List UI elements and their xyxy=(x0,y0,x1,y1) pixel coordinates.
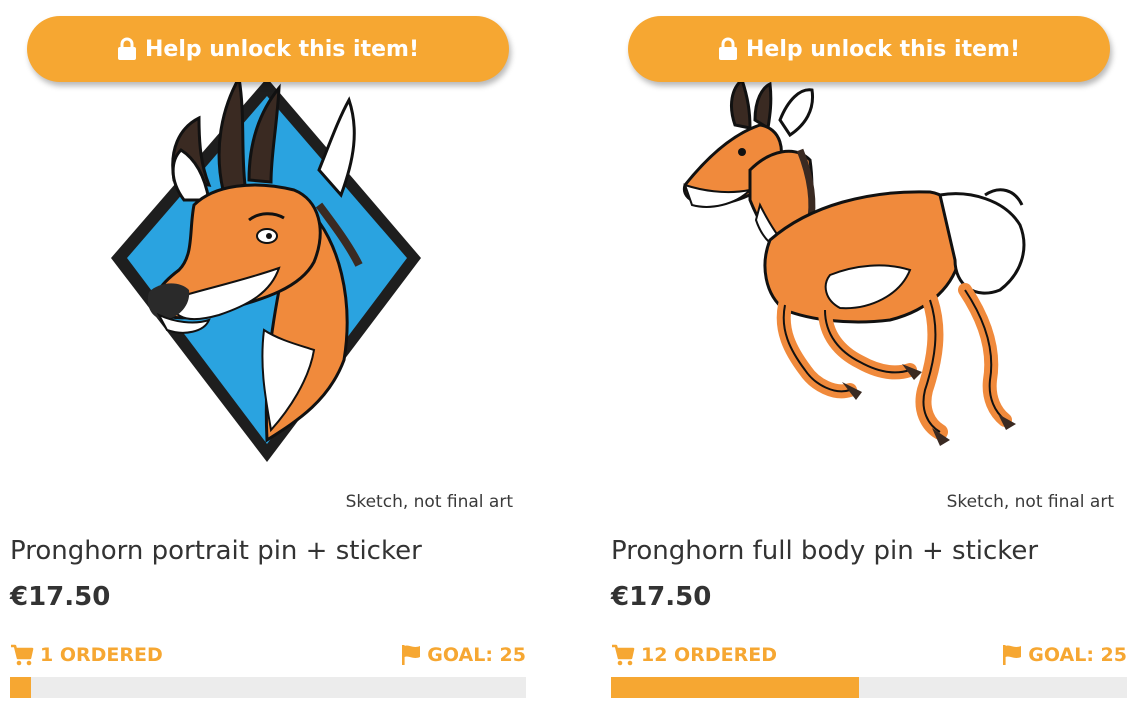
order-progress-fill xyxy=(10,677,31,698)
lock-icon xyxy=(718,37,737,60)
order-progress-bar xyxy=(611,677,1127,698)
cart-icon xyxy=(612,644,635,666)
product-price: €17.50 xyxy=(611,582,712,612)
goal-count: GOAL: 25 xyxy=(401,644,526,666)
product-card: Help unlock this item! Sketch, not final… xyxy=(610,0,1128,704)
order-stats: 12 ORDERED GOAL: 25 xyxy=(611,644,1127,668)
ordered-label: 12 ORDERED xyxy=(641,644,777,666)
product-price: €17.50 xyxy=(10,582,111,612)
order-progress-fill xyxy=(611,677,859,698)
help-unlock-label: Help unlock this item! xyxy=(745,36,1020,62)
product-card: Help unlock this item! Sketch, not final… xyxy=(9,0,527,704)
help-unlock-button[interactable]: Help unlock this item! xyxy=(27,16,509,82)
help-unlock-button[interactable]: Help unlock this item! xyxy=(628,16,1110,82)
help-unlock-label: Help unlock this item! xyxy=(144,36,419,62)
sketch-note: Sketch, not final art xyxy=(946,492,1114,512)
ordered-count: 12 ORDERED xyxy=(611,644,777,666)
sketch-note: Sketch, not final art xyxy=(345,492,513,512)
flag-icon xyxy=(1003,645,1022,665)
goal-label: GOAL: 25 xyxy=(427,644,526,666)
goal-label: GOAL: 25 xyxy=(1028,644,1127,666)
ordered-label: 1 ORDERED xyxy=(40,644,163,666)
order-progress-bar xyxy=(10,677,526,698)
product-title[interactable]: Pronghorn full body pin + sticker xyxy=(611,536,1038,566)
order-stats: 1 ORDERED GOAL: 25 xyxy=(10,644,526,668)
goal-count: GOAL: 25 xyxy=(1002,644,1127,666)
product-title[interactable]: Pronghorn portrait pin + sticker xyxy=(10,536,422,566)
flag-icon xyxy=(402,645,421,665)
ordered-count: 1 ORDERED xyxy=(10,644,163,666)
cart-icon xyxy=(11,644,34,666)
lock-icon xyxy=(117,37,136,60)
